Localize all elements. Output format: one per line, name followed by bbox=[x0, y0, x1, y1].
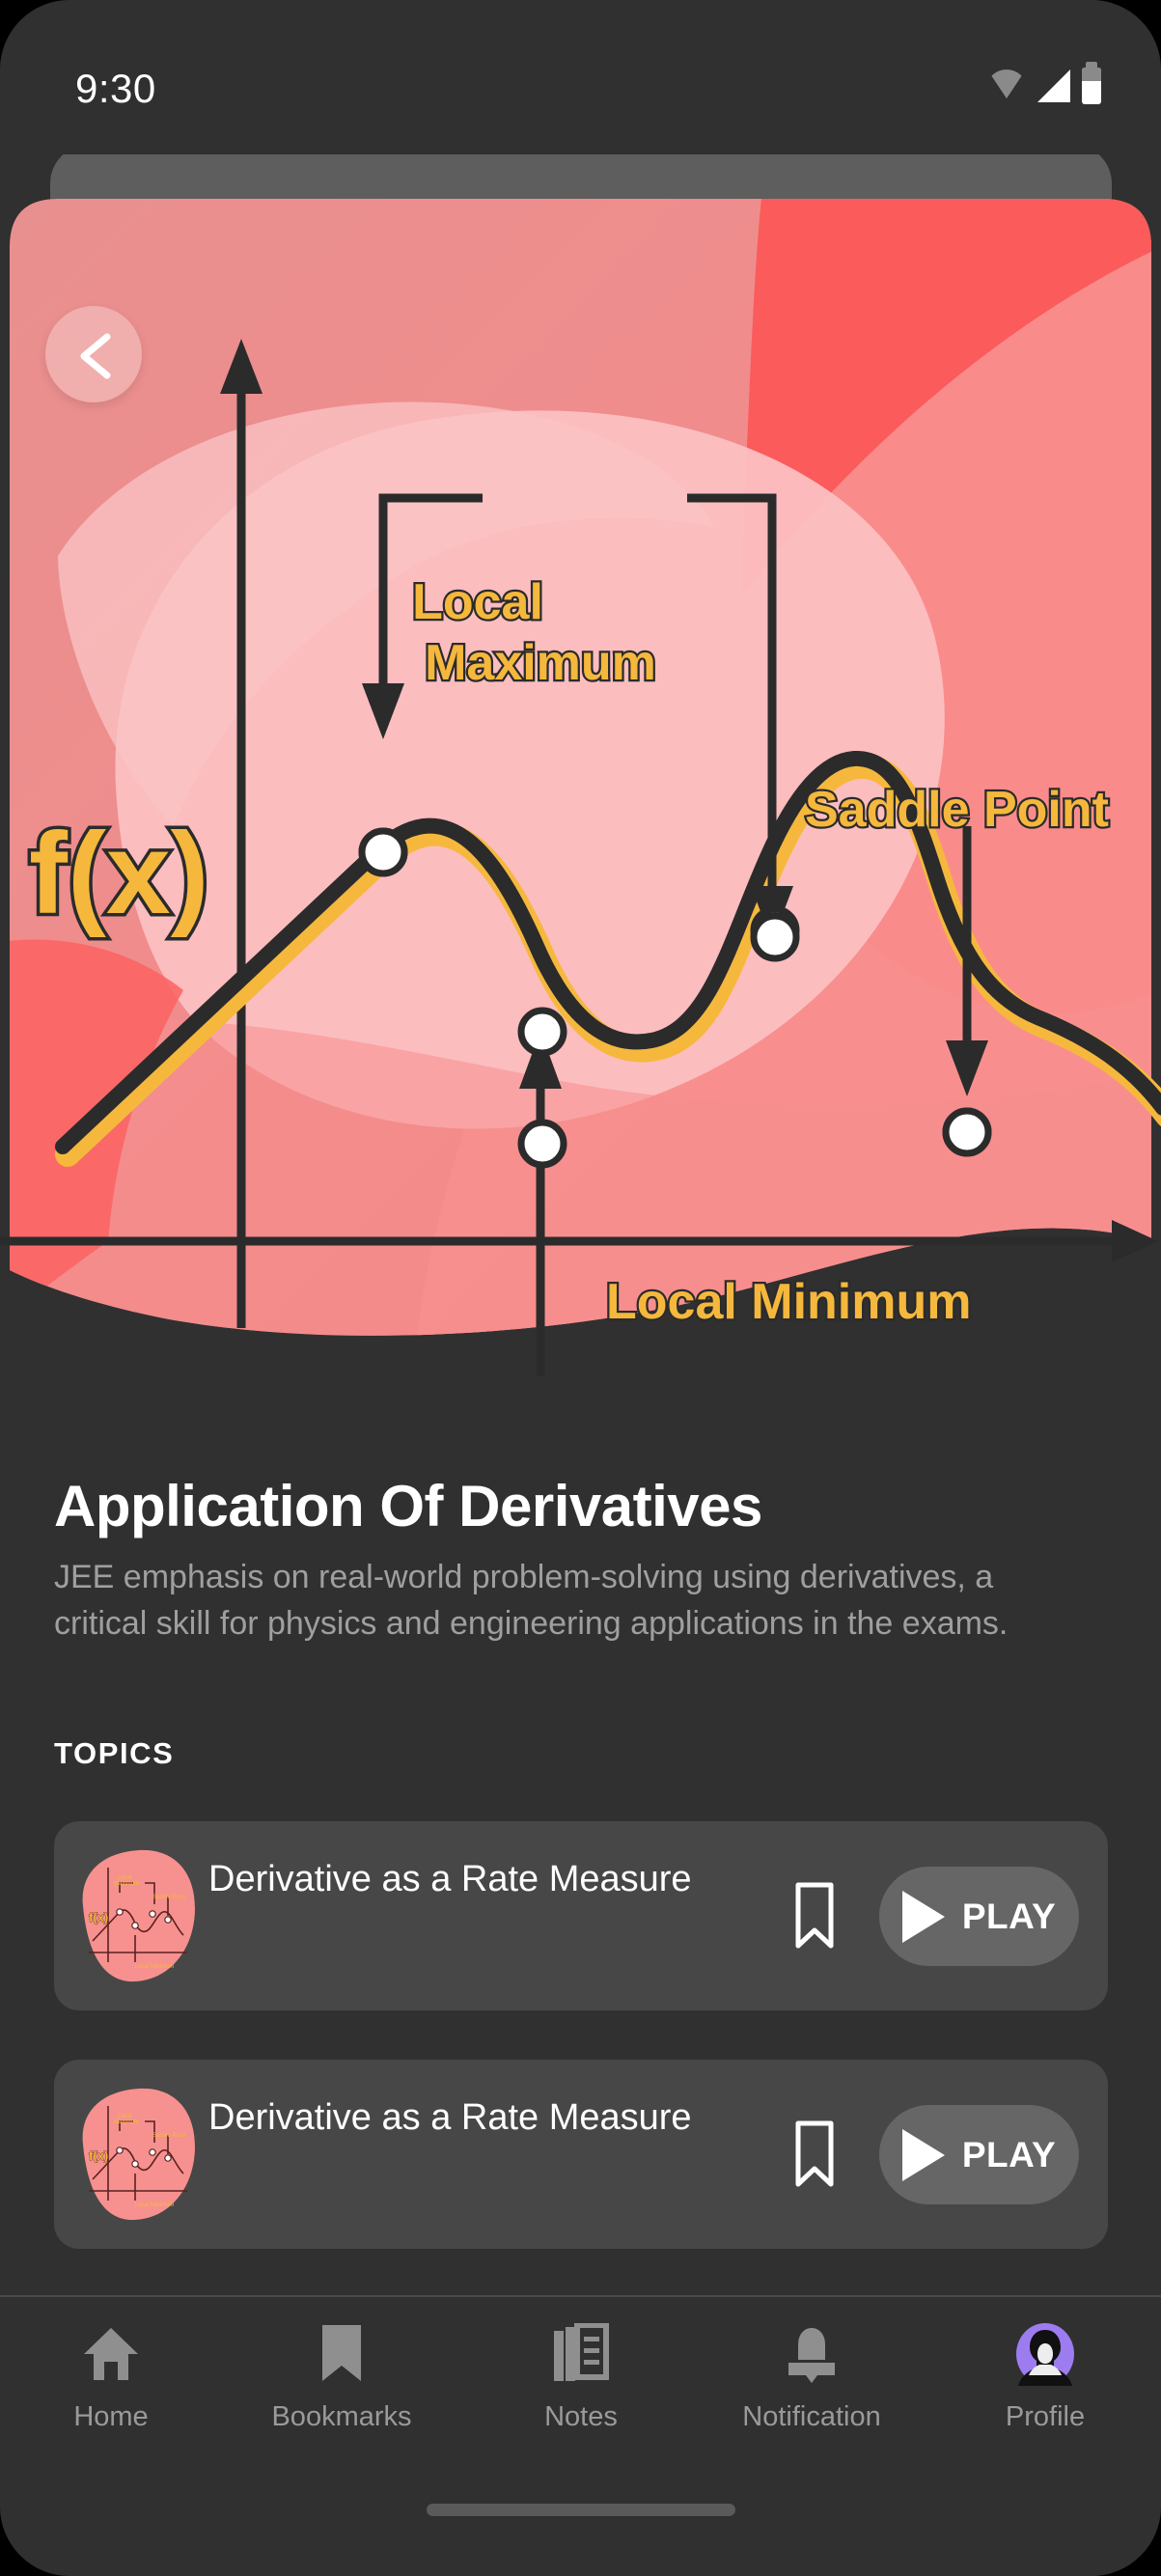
topic-card[interactable]: f(x) Local Maximum Saddle Point Local Mi… bbox=[54, 2060, 1108, 2249]
topics-section-label: TOPICS bbox=[54, 1736, 175, 1770]
svg-text:Maximum: Maximum bbox=[114, 2119, 139, 2125]
nav-item-label: Bookmarks bbox=[271, 2401, 412, 2432]
derivatives-chart-svg: f(x) Local Maximum Saddle Point Local Mi… bbox=[0, 199, 1161, 1376]
wifi-icon bbox=[987, 69, 1026, 102]
bookmark-icon[interactable] bbox=[793, 1881, 836, 1951]
svg-text:Maximum: Maximum bbox=[114, 1881, 139, 1887]
nav-item-label: Profile bbox=[1005, 2401, 1086, 2432]
nav-item-notes[interactable]: Notes bbox=[465, 2318, 697, 2453]
home-indicator bbox=[426, 2504, 735, 2516]
notes-icon bbox=[552, 2318, 610, 2390]
signal-icon bbox=[1037, 69, 1070, 102]
play-icon bbox=[901, 2128, 945, 2181]
nav-item-home[interactable]: Home bbox=[0, 2318, 227, 2453]
status-system-icons bbox=[987, 62, 1101, 104]
hero-illustration: f(x) Local Maximum Saddle Point Local Mi… bbox=[0, 189, 1161, 1376]
nav-item-label: Notification bbox=[742, 2401, 881, 2432]
bookmark-icon bbox=[315, 2318, 369, 2390]
topic-title: Derivative as a Rate Measure bbox=[208, 2097, 692, 2138]
play-icon bbox=[901, 1890, 945, 1943]
label-local-minimum: Local Minimum bbox=[606, 1274, 971, 1330]
phone-frame: 9:30 f(x) Local Maximum Saddle Point Loc… bbox=[0, 0, 1161, 2576]
status-clock: 9:30 bbox=[75, 66, 156, 111]
status-bar: 9:30 bbox=[0, 0, 1161, 154]
chevron-left-icon bbox=[80, 333, 111, 379]
play-button[interactable]: PLAY bbox=[879, 1867, 1079, 1966]
back-button[interactable] bbox=[45, 306, 142, 402]
nav-item-bookmarks[interactable]: Bookmarks bbox=[226, 2318, 457, 2453]
label-local-maximum-line1: Local bbox=[412, 574, 543, 630]
label-saddle-point: Saddle Point bbox=[805, 782, 1109, 838]
bell-icon bbox=[783, 2318, 841, 2390]
page-title: Application Of Derivatives bbox=[54, 1474, 762, 1538]
bottom-navigation: Home Bookmarks Notes Notification Profil… bbox=[0, 2295, 1161, 2469]
page-description: JEE emphasis on real-world problem-solvi… bbox=[54, 1559, 1009, 1643]
play-button-label: PLAY bbox=[961, 2134, 1057, 2174]
topic-thumbnail: f(x) Local Maximum Saddle Point Local Mi… bbox=[75, 1846, 199, 1985]
play-button-label: PLAY bbox=[961, 1896, 1057, 1936]
fx-axis-label: f(x) bbox=[29, 809, 209, 938]
nav-item-notification[interactable]: Notification bbox=[696, 2318, 927, 2453]
nav-item-label: Home bbox=[73, 2401, 149, 2432]
battery-icon bbox=[1082, 62, 1101, 104]
svg-text:Saddle Point: Saddle Point bbox=[152, 1895, 185, 1900]
svg-text:Local Minimum: Local Minimum bbox=[135, 1964, 174, 1970]
svg-text:f(x): f(x) bbox=[89, 1910, 108, 1925]
avatar-icon bbox=[1015, 2318, 1075, 2390]
svg-text:f(x): f(x) bbox=[89, 2148, 108, 2163]
screen-content: f(x) Local Maximum Saddle Point Local Mi… bbox=[0, 145, 1161, 2576]
svg-text:Local Minimum: Local Minimum bbox=[135, 2202, 174, 2208]
nav-item-profile[interactable]: Profile bbox=[929, 2318, 1161, 2453]
nav-item-label: Notes bbox=[544, 2401, 618, 2432]
topic-title: Derivative as a Rate Measure bbox=[208, 1859, 692, 1899]
play-button[interactable]: PLAY bbox=[879, 2105, 1079, 2204]
home-icon bbox=[81, 2318, 141, 2390]
label-local-maximum-line2: Maximum bbox=[425, 635, 656, 691]
bookmark-icon[interactable] bbox=[793, 2119, 836, 2189]
topic-thumbnail: f(x) Local Maximum Saddle Point Local Mi… bbox=[75, 2085, 199, 2224]
topic-card[interactable]: f(x) Local Maximum Saddle Point Local Mi… bbox=[54, 1821, 1108, 2010]
svg-text:Saddle Point: Saddle Point bbox=[152, 2133, 185, 2139]
